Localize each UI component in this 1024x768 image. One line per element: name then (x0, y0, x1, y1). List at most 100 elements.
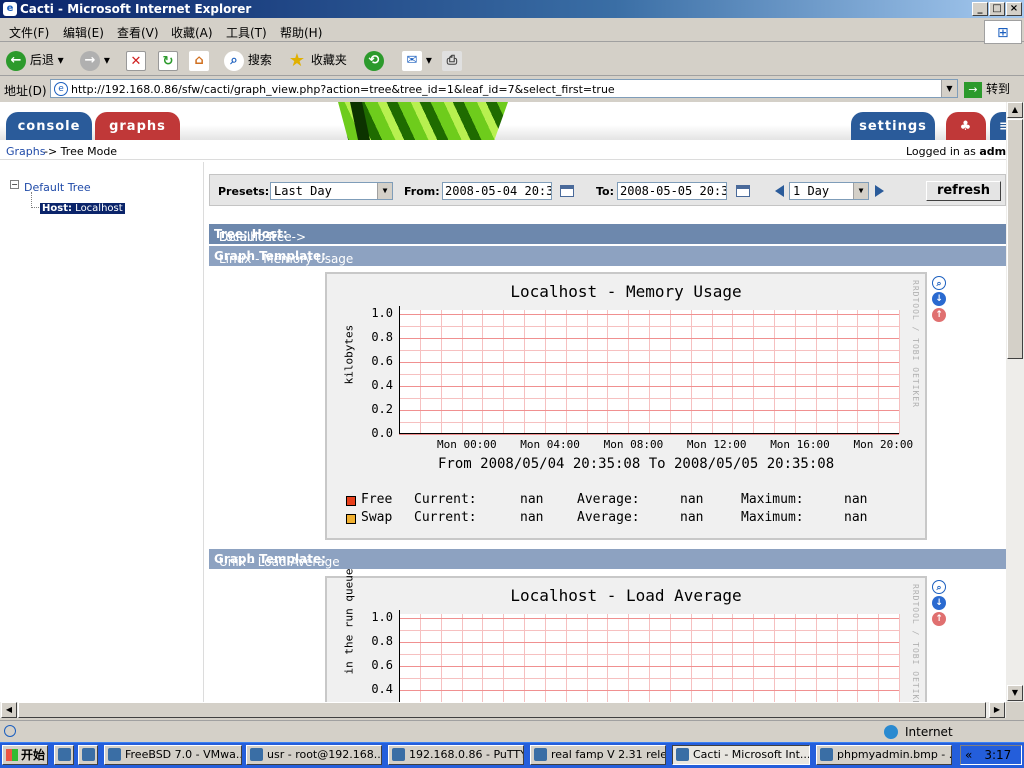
task-cacti-ie[interactable]: Cacti - Microsoft Int... (672, 745, 810, 765)
grid-line-vertical (628, 310, 630, 434)
grid-line-horizontal (399, 678, 899, 679)
grid-line-vertical (690, 614, 692, 702)
refresh-page-button[interactable]: ↻ (158, 49, 178, 71)
maximize-button[interactable]: □ (989, 2, 1005, 16)
grid-line-horizontal (399, 362, 899, 363)
legend-swatch-swap (346, 514, 356, 524)
grid-line-horizontal (399, 386, 899, 387)
properties-icon[interactable]: ↑ (932, 612, 946, 626)
tab-tree-view[interactable]: ♣ (946, 112, 986, 140)
menu-file[interactable]: 文件(F) (9, 24, 49, 41)
task-putty[interactable]: 192.168.0.86 - PuTTY (388, 745, 524, 765)
tray-expand-icon[interactable]: « (961, 748, 972, 762)
graph-title: Localhost - Memory Usage (510, 282, 742, 301)
menu-view[interactable]: 查看(V) (117, 24, 159, 41)
menu-favorites[interactable]: 收藏(A) (171, 24, 213, 41)
scroll-down-icon[interactable]: ▼ (1007, 685, 1023, 701)
tab-console[interactable]: console (6, 112, 92, 140)
y-tick-label: 0.8 (371, 634, 393, 648)
cacti-header: console graphs settings ♣ ≡ (0, 102, 1006, 140)
home-button[interactable]: ⌂ (189, 49, 209, 71)
breadcrumb-graphs-link[interactable]: Graphs (6, 145, 45, 158)
scroll-right-icon[interactable]: ▶ (989, 702, 1005, 718)
rrdtool-watermark: RRDTOOL / TOBI OETIKER (911, 584, 920, 702)
grid-line-vertical (461, 310, 463, 434)
print-button[interactable]: ⎙ (442, 49, 462, 71)
windows-logo: ⊞ (984, 20, 1022, 44)
grid-line-horizontal (399, 654, 899, 655)
from-calendar-icon[interactable] (560, 185, 574, 197)
tree-item-host-localhost[interactable]: Host: Localhost (40, 203, 125, 214)
export-icon[interactable]: ↓ (932, 292, 946, 306)
minimize-button[interactable]: _ (972, 2, 988, 16)
menu-tools[interactable]: 工具(T) (226, 24, 267, 41)
close-button[interactable]: × (1006, 2, 1022, 16)
tree-icon: ♣ (959, 119, 973, 134)
menu-bar: 文件(F) 编辑(E) 查看(V) 收藏(A) 工具(T) 帮助(H) (0, 20, 1024, 42)
grid-line-vertical (565, 310, 567, 434)
go-button[interactable]: → 转到 (964, 80, 1010, 98)
forward-arrow-icon: → (80, 50, 100, 71)
menu-edit[interactable]: 编辑(E) (63, 24, 104, 41)
grid-line-horizontal (399, 350, 899, 351)
to-date-input[interactable]: 2008-05-05 20:3 (617, 182, 727, 200)
scroll-left-icon[interactable]: ◀ (1, 702, 17, 718)
graph-load-average[interactable]: Localhost - Load Average in the run queu… (325, 569, 927, 702)
hscroll-thumb[interactable] (18, 702, 986, 718)
grid-line-vertical (732, 614, 734, 702)
tab-settings[interactable]: settings (851, 112, 935, 140)
scroll-up-icon[interactable]: ▲ (1007, 102, 1023, 118)
address-input[interactable]: e http://192.168.0.86/sfw/cacti/graph_vi… (50, 79, 958, 98)
refresh-button[interactable]: refresh (926, 181, 1001, 201)
task-root-terminal[interactable]: usr - root@192.168.... (246, 745, 382, 765)
back-button[interactable]: ← 后退 ▾ (6, 49, 64, 71)
grid-line-vertical (544, 614, 546, 702)
grid-line-vertical (857, 310, 859, 434)
x-tick-label: Mon 04:00 (520, 438, 580, 451)
mail-button[interactable]: ✉ ▾ (402, 49, 432, 71)
export-icon[interactable]: ↓ (932, 596, 946, 610)
shift-right-arrow-icon[interactable] (875, 185, 884, 197)
quicklaunch-desktop-icon[interactable] (78, 745, 98, 765)
quicklaunch-ie-icon[interactable] (54, 745, 74, 765)
shift-left-arrow-icon[interactable] (775, 185, 784, 197)
search-button[interactable]: ⌕ 搜索 (224, 49, 272, 71)
grid-line-vertical (461, 614, 463, 702)
tab-list-view[interactable]: ≡ (990, 112, 1006, 140)
vertical-scrollbar[interactable]: ▲ ▼ (1006, 102, 1024, 702)
favorites-button[interactable]: ★ 收藏夹 (287, 49, 347, 71)
stop-button[interactable]: ✕ (126, 49, 146, 71)
grid-line-vertical (753, 614, 755, 702)
task-famp-readme[interactable]: real famp V 2.31 rele... (530, 745, 666, 765)
to-calendar-icon[interactable] (736, 185, 750, 197)
graph-template-header: Graph Template: Unix - Load Average (209, 549, 1006, 569)
forward-button[interactable]: → ▾ (80, 49, 110, 71)
graph-memory-usage[interactable]: Localhost - Memory Usage kilobytes RRDTO… (325, 272, 927, 540)
properties-icon[interactable]: ↑ (932, 308, 946, 322)
grid-line-horizontal (399, 642, 899, 643)
menu-help[interactable]: 帮助(H) (280, 24, 322, 41)
grid-line-vertical (649, 614, 650, 702)
horizontal-scrollbar[interactable]: ◀ ▶ (0, 702, 1006, 718)
start-button[interactable]: 开始 (2, 745, 48, 765)
grid-line-vertical (649, 310, 650, 434)
from-date-input[interactable]: 2008-05-04 20:3 (442, 182, 552, 200)
putty-icon (392, 748, 405, 761)
task-paint[interactable]: phpmyadmin.bmp - ... (816, 745, 952, 765)
zoom-icon[interactable]: ⌕ (932, 276, 946, 290)
grid-line-vertical (628, 614, 630, 702)
legend-maximum-value: nan (844, 510, 868, 525)
y-tick-label: 0.6 (371, 658, 393, 672)
scroll-thumb[interactable] (1007, 119, 1023, 359)
x-tick-label: Mon 20:00 (853, 438, 914, 451)
presets-select[interactable]: Last Day ▼ (270, 182, 393, 200)
address-dropdown-icon[interactable]: ▼ (941, 80, 957, 97)
from-label: From: (404, 185, 440, 198)
tree-collapse-icon[interactable]: − (10, 180, 19, 189)
task-vmware[interactable]: FreeBSD 7.0 - VMwa... (104, 745, 242, 765)
tab-graphs[interactable]: graphs (95, 112, 180, 140)
timespan-select[interactable]: 1 Day ▼ (789, 182, 869, 200)
legend-current-label: Current: (414, 492, 477, 507)
history-button[interactable]: ⟲ (364, 49, 384, 71)
zoom-icon[interactable]: ⌕ (932, 580, 946, 594)
